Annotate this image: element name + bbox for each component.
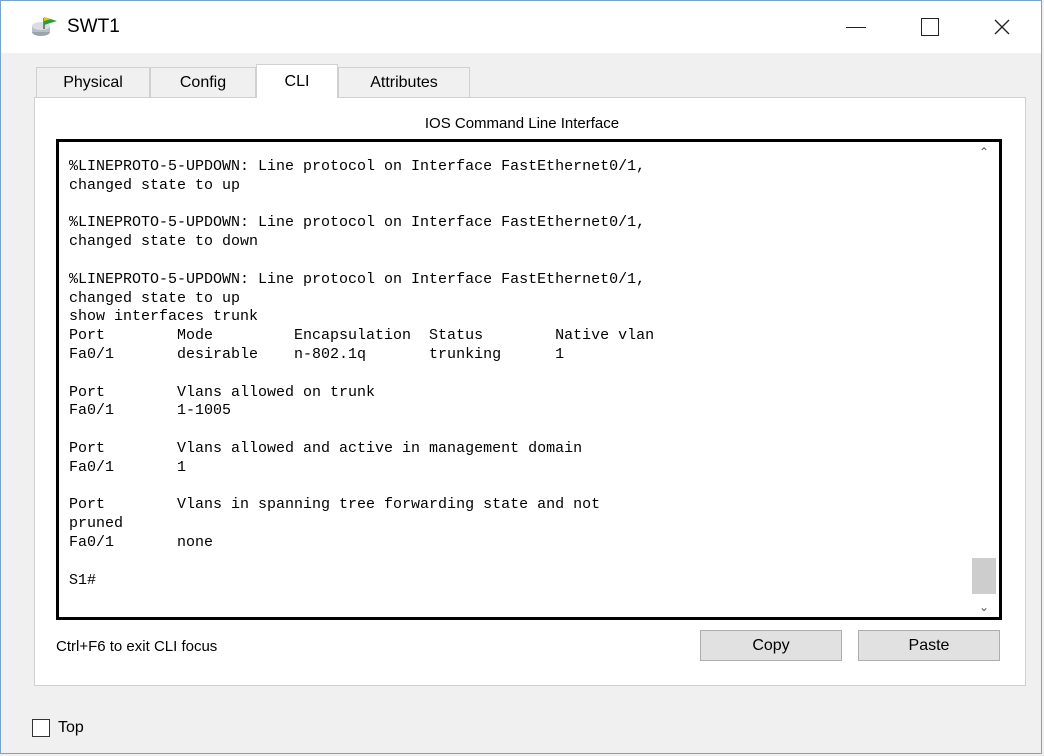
maximize-icon — [921, 18, 939, 36]
scroll-up-button[interactable]: ⌃ — [969, 142, 999, 162]
cli-exit-hint: Ctrl+F6 to exit CLI focus — [56, 638, 218, 655]
title-bar[interactable]: SWT1 — [1, 1, 1041, 53]
tab-cli[interactable]: CLI — [256, 64, 338, 98]
top-checkbox-label: Top — [58, 719, 84, 736]
minimize-button[interactable] — [827, 1, 885, 53]
cli-terminal[interactable]: %LINEPROTO-5-UPDOWN: Line protocol on In… — [56, 139, 1002, 620]
copy-button[interactable]: Copy — [700, 630, 842, 661]
tab-physical[interactable]: Physical — [36, 67, 150, 98]
scroll-down-button[interactable]: ⌄ — [969, 597, 999, 617]
close-icon — [994, 19, 1010, 35]
chevron-down-icon: ⌄ — [978, 600, 990, 614]
maximize-button[interactable] — [901, 1, 959, 53]
window-title: SWT1 — [67, 16, 120, 37]
tab-attributes[interactable]: Attributes — [338, 67, 470, 98]
chevron-up-icon: ⌃ — [978, 145, 990, 159]
app-icon — [31, 15, 59, 39]
minimize-icon — [846, 26, 866, 28]
cli-heading: IOS Command Line Interface — [424, 115, 620, 132]
paste-button[interactable]: Paste — [858, 630, 1000, 661]
terminal-scrollbar[interactable]: ⌃ ⌄ — [969, 142, 999, 617]
close-button[interactable] — [973, 1, 1031, 53]
scroll-thumb[interactable] — [972, 558, 996, 594]
tab-config[interactable]: Config — [150, 67, 256, 98]
cli-output[interactable]: %LINEPROTO-5-UPDOWN: Line protocol on In… — [69, 158, 654, 590]
top-checkbox[interactable] — [32, 719, 50, 737]
